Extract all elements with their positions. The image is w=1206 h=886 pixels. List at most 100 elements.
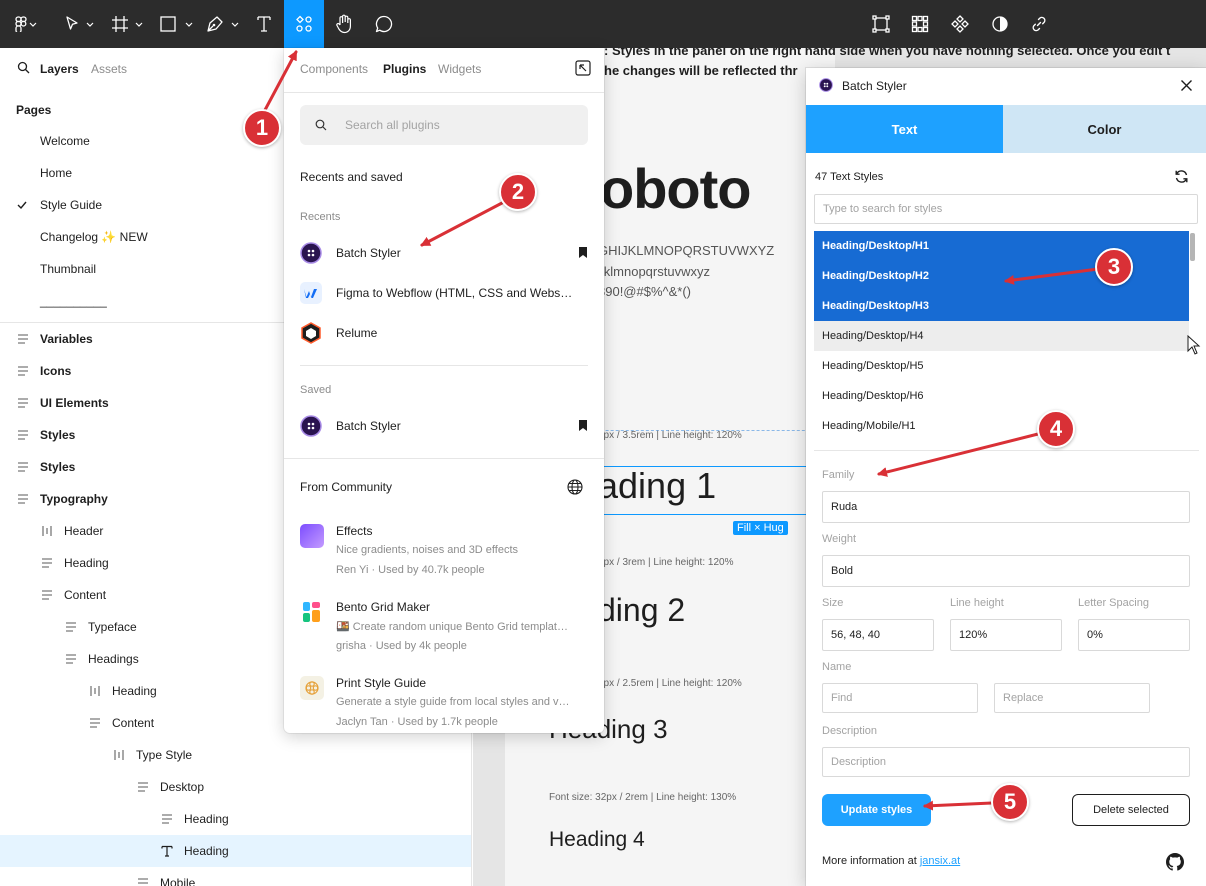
style-row[interactable]: Heading/Desktop/H5 [814,351,1189,381]
tab-components[interactable]: Components [300,62,368,76]
pen-tool-icon [207,16,239,32]
resources-tool-button[interactable] [284,0,324,48]
github-icon[interactable] [1166,853,1184,871]
tab-text[interactable]: Text [806,105,1003,153]
globe-icon[interactable] [567,479,583,495]
shape-tool-button[interactable] [156,0,196,48]
section-icon [88,716,102,730]
bookmark-icon[interactable] [578,246,588,259]
shape-tool-icon [160,16,193,32]
close-icon[interactable] [1180,79,1193,92]
community-plugin-print-style-guide[interactable]: Print Style Guide Generate a style guide… [300,672,588,733]
tab-widgets[interactable]: Widgets [438,62,481,76]
tab-layers[interactable]: Layers [40,62,79,76]
plugin-name: Figma to Webflow (HTML, CSS and Webs… [336,286,573,300]
batch-styler-icon [300,415,322,437]
scrollbar-thumb[interactable] [1190,233,1195,261]
layer-label: Heading [184,812,229,826]
grid-button[interactable] [907,0,933,48]
style-row[interactable]: Heading/Mobile/H1 [814,411,1189,441]
replace-input[interactable]: Replace [994,683,1150,713]
fill-hug-badge: Fill × Hug [733,521,788,535]
figma-logo-icon [15,16,37,32]
refresh-icon[interactable] [1174,169,1189,184]
contrast-button[interactable] [987,0,1013,48]
update-styles-button[interactable]: Update styles [822,794,931,826]
batch-styler-panel: Batch Styler Text Color 47 Text Styles T… [806,68,1206,886]
plugin-item-batch-styler-saved[interactable]: Batch Styler [300,410,588,442]
jansix-link[interactable]: jansix.at [920,855,960,867]
page-item[interactable]: Style Guide [40,189,102,221]
spec-h2: 8px / 3rem | Line height: 120% [598,557,734,568]
pages-title: Pages [16,103,52,117]
plugin-meta: grisha · Used by 4k people [336,640,467,652]
pen-tool-button[interactable] [204,0,242,48]
layer-row[interactable]: Heading [0,803,471,835]
plugin-name: Print Style Guide [336,676,427,690]
plugin-search-input[interactable]: Search all plugins [300,105,588,145]
page-item[interactable]: Thumbnail [40,253,96,285]
plugin-item-relume[interactable]: Relume [300,317,588,349]
tab-assets[interactable]: Assets [91,62,127,76]
find-input[interactable]: Find [822,683,978,713]
community-plugin-effects[interactable]: Effects Nice gradients, noises and 3D ef… [300,520,588,584]
text-tool-icon [257,16,271,32]
page-item[interactable]: Welcome [40,125,90,157]
frame-selection-button[interactable] [868,0,894,48]
plugin-name: Bento Grid Maker [336,600,431,614]
plugin-item-batch-styler[interactable]: Batch Styler [300,237,588,269]
style-row[interactable]: Heading/Desktop/H3 [814,291,1189,321]
step-badge-1: 1 [243,109,281,147]
family-input[interactable]: Ruda [822,491,1190,523]
letter-spacing-input[interactable]: 0% [1078,619,1190,651]
alphabet-lower: ijklmnopqrstuvwxyz [598,264,710,279]
text-tool-button[interactable] [250,0,278,48]
layer-label: Mobile [160,876,196,886]
comment-tool-button[interactable] [370,0,398,48]
batch-styler-icon [819,78,833,92]
typeface-name: oboto [600,157,751,220]
weight-input[interactable]: Bold [822,555,1190,587]
tab-plugins[interactable]: Plugins [383,62,426,76]
move-tool-button[interactable] [62,0,98,48]
frame-tool-button[interactable] [110,0,146,48]
layer-row[interactable]: Desktop [0,771,471,803]
expand-icon[interactable] [575,60,591,76]
main-menu-button[interactable] [8,0,44,48]
layer-label: Typeface [88,620,137,634]
style-search-input[interactable]: Type to search for styles [814,194,1198,224]
name-label: Name [822,661,852,673]
component-button[interactable] [947,0,973,48]
tab-color[interactable]: Color [1003,105,1206,153]
size-label: Size [822,597,844,609]
canvas-intro-text-1: : Styles in the panel on the right hand … [604,48,1171,58]
page-item[interactable]: Changelog ✨ NEW [40,221,148,253]
section-icon [40,588,54,602]
bookmark-icon[interactable] [578,419,588,432]
page-item[interactable]: Home [40,157,72,189]
search-icon [315,119,327,131]
layer-row[interactable]: Heading [0,835,471,867]
link-icon [1032,16,1046,32]
hand-tool-button[interactable] [330,0,358,48]
style-row[interactable]: Heading/Desktop/H4 [814,321,1189,351]
plugin-item-figma-to-webflow[interactable]: Figma to Webflow (HTML, CSS and Webs… [300,277,588,309]
line-height-label: Line height [950,597,1004,609]
style-row[interactable]: Heading/Desktop/H1 [814,231,1189,261]
family-label: Family [822,469,855,481]
divider [284,92,604,93]
link-button[interactable] [1026,0,1052,48]
layer-row[interactable]: Type Style [0,739,471,771]
community-plugin-bento-grid-maker[interactable]: Bento Grid Maker 🍱 Create random unique … [300,596,588,660]
layer-row[interactable]: Mobile [0,867,471,886]
plugin-description: 🍱 Create random unique Bento Grid templa… [336,621,568,633]
layer-label: Heading [64,556,109,570]
delete-selected-button[interactable]: Delete selected [1072,794,1190,826]
description-input[interactable]: Description [822,747,1190,777]
style-row[interactable]: Heading/Desktop/H6 [814,381,1189,411]
size-input[interactable]: 56, 48, 40 [822,619,934,651]
line-height-input[interactable]: 120% [950,619,1062,651]
layer-label: Icons [40,364,72,378]
search-icon[interactable] [17,61,30,74]
page-item[interactable]: __________ [40,285,107,317]
